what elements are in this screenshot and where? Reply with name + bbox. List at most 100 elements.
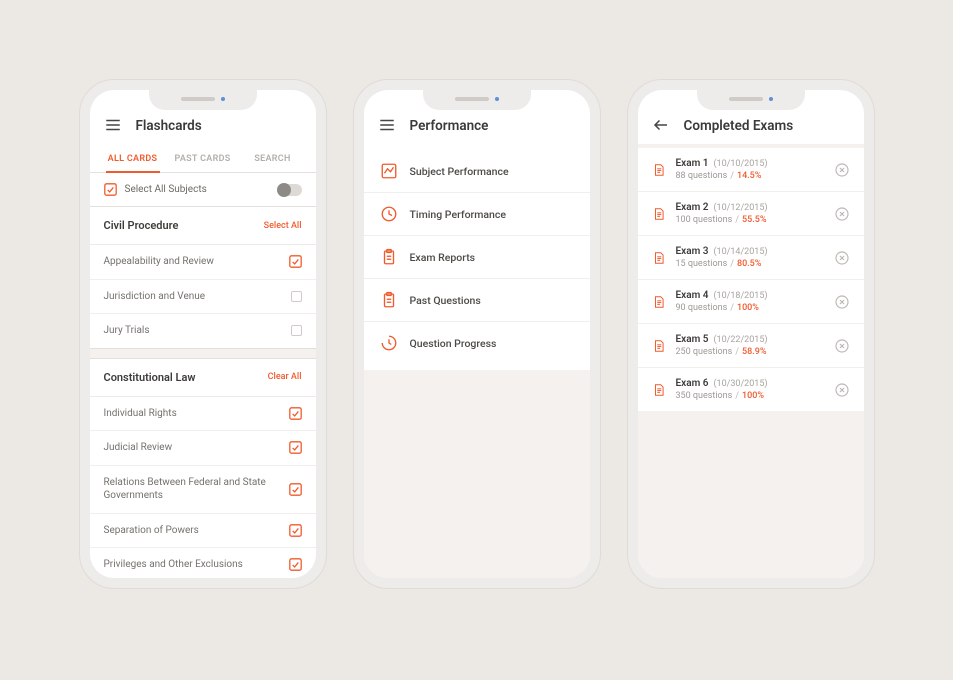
topic-row[interactable]: Appealability and Review: [90, 245, 316, 280]
exam-pct: 55.5%: [742, 215, 766, 225]
topic-label: Relations Between Federal and State Gove…: [104, 476, 289, 503]
topic-row[interactable]: Relations Between Federal and State Gove…: [90, 466, 316, 514]
performance-list: Subject Performance Timing Performance E…: [364, 144, 590, 370]
toggle-select-all[interactable]: [278, 184, 302, 196]
topic-row[interactable]: Separation of Powers: [90, 514, 316, 549]
exam-pct: 58.9%: [742, 347, 766, 357]
exam-main: Exam 5 (10/22/2015) 250 questions/58.9%: [676, 334, 824, 357]
delete-icon[interactable]: [834, 162, 850, 178]
section-title: Constitutional Law: [104, 371, 196, 384]
exam-row[interactable]: Exam 5 (10/22/2015) 250 questions/58.9%: [638, 324, 864, 368]
tab-past-cards[interactable]: PAST CARDS: [168, 144, 238, 172]
exam-main: Exam 2 (10/12/2015) 100 questions/55.5%: [676, 202, 824, 225]
topic-label: Privileges and Other Exclusions: [104, 558, 251, 572]
document-icon: [652, 294, 666, 310]
exam-main: Exam 6 (10/30/2015) 350 questions/100%: [676, 378, 824, 401]
exam-main: Exam 1 (10/10/2015) 88 questions/14.5%: [676, 158, 824, 181]
phone-notch: [423, 88, 531, 110]
select-all-label: Select All Subjects: [125, 184, 207, 195]
menu-icon[interactable]: [104, 116, 122, 134]
checkbox-checked-icon[interactable]: [289, 524, 302, 537]
exam-date: (10/22/2015): [713, 335, 767, 345]
exam-pct: 100%: [742, 391, 764, 401]
document-icon: [652, 338, 666, 354]
delete-icon[interactable]: [834, 294, 850, 310]
topic-label: Jury Trials: [104, 324, 158, 338]
tab-all-cards[interactable]: ALL CARDS: [98, 144, 168, 172]
exam-row[interactable]: Exam 2 (10/12/2015) 100 questions/55.5%: [638, 192, 864, 236]
tab-search[interactable]: SEARCH: [238, 144, 308, 172]
performance-item[interactable]: Subject Performance: [364, 150, 590, 193]
subject-section: Constitutional Law Clear All Individual …: [90, 358, 316, 579]
section-action[interactable]: Clear All: [268, 372, 302, 382]
exam-row[interactable]: Exam 4 (10/18/2015) 90 questions/100%: [638, 280, 864, 324]
topic-row[interactable]: Judicial Review: [90, 431, 316, 466]
back-icon[interactable]: [652, 116, 670, 134]
exam-pct: 80.5%: [737, 259, 761, 269]
checkbox-checked-icon[interactable]: [289, 255, 302, 268]
flashcards-body: Select All Subjects Civil Procedure Sele…: [90, 173, 316, 578]
progress-icon: [380, 334, 398, 352]
topic-label: Separation of Powers: [104, 524, 207, 538]
topic-row[interactable]: Jury Trials: [90, 314, 316, 348]
exam-date: (10/30/2015): [713, 379, 767, 389]
checkbox-icon[interactable]: [104, 183, 117, 196]
exam-sub: 350 questions/100%: [676, 391, 824, 401]
checkbox-empty-icon[interactable]: [291, 325, 302, 336]
exam-title: Exam 5 (10/22/2015): [676, 334, 824, 345]
checkbox-checked-icon[interactable]: [289, 441, 302, 454]
exam-row[interactable]: Exam 6 (10/30/2015) 350 questions/100%: [638, 368, 864, 411]
screen-performance: Performance Subject Performance Timing P…: [364, 90, 590, 578]
topic-row[interactable]: Individual Rights: [90, 397, 316, 432]
topic-label: Jurisdiction and Venue: [104, 290, 214, 304]
performance-item[interactable]: Exam Reports: [364, 236, 590, 279]
delete-icon[interactable]: [834, 206, 850, 222]
topic-row[interactable]: Jurisdiction and Venue: [90, 280, 316, 315]
checkbox-checked-icon[interactable]: [289, 483, 302, 496]
exam-sub: 88 questions/14.5%: [676, 171, 824, 181]
delete-icon[interactable]: [834, 250, 850, 266]
section-action[interactable]: Select All: [264, 221, 302, 231]
exam-title: Exam 1 (10/10/2015): [676, 158, 824, 169]
clock-icon: [380, 205, 398, 223]
topic-label: Judicial Review: [104, 441, 181, 455]
phone-exams: Completed Exams Exam 1 (10/10/2015) 88 q…: [628, 80, 874, 588]
exam-date: (10/12/2015): [713, 203, 767, 213]
screen-exams: Completed Exams Exam 1 (10/10/2015) 88 q…: [638, 90, 864, 578]
tabs: ALL CARDS PAST CARDS SEARCH: [90, 144, 316, 173]
page-title: Performance: [410, 118, 489, 134]
clipboard-icon: [380, 248, 398, 266]
exam-date: (10/18/2015): [713, 291, 767, 301]
checkbox-checked-icon[interactable]: [289, 407, 302, 420]
exam-sub: 100 questions/55.5%: [676, 215, 824, 225]
exam-body: Exam 1 (10/10/2015) 88 questions/14.5% E…: [638, 144, 864, 578]
performance-label: Question Progress: [410, 337, 497, 350]
exam-date: (10/10/2015): [713, 159, 767, 169]
performance-label: Exam Reports: [410, 251, 476, 264]
performance-label: Past Questions: [410, 294, 481, 307]
exam-title: Exam 3 (10/14/2015): [676, 246, 824, 257]
section-title: Civil Procedure: [104, 219, 179, 232]
exam-title: Exam 4 (10/18/2015): [676, 290, 824, 301]
phone-notch: [149, 88, 257, 110]
checkbox-empty-icon[interactable]: [291, 291, 302, 302]
topic-row[interactable]: Privileges and Other Exclusions: [90, 548, 316, 578]
delete-icon[interactable]: [834, 382, 850, 398]
performance-item[interactable]: Timing Performance: [364, 193, 590, 236]
exam-pct: 100%: [737, 303, 759, 313]
delete-icon[interactable]: [834, 338, 850, 354]
exam-main: Exam 4 (10/18/2015) 90 questions/100%: [676, 290, 824, 313]
document-icon: [652, 162, 666, 178]
menu-icon[interactable]: [378, 116, 396, 134]
performance-item[interactable]: Question Progress: [364, 322, 590, 364]
exam-pct: 14.5%: [737, 171, 761, 181]
performance-item[interactable]: Past Questions: [364, 279, 590, 322]
page-title: Completed Exams: [684, 118, 794, 134]
section-header: Constitutional Law Clear All: [90, 359, 316, 397]
phone-flashcards: Flashcards ALL CARDS PAST CARDS SEARCH S…: [80, 80, 326, 588]
screen-flashcards: Flashcards ALL CARDS PAST CARDS SEARCH S…: [90, 90, 316, 578]
exam-row[interactable]: Exam 1 (10/10/2015) 88 questions/14.5%: [638, 148, 864, 192]
exam-row[interactable]: Exam 3 (10/14/2015) 15 questions/80.5%: [638, 236, 864, 280]
checkbox-checked-icon[interactable]: [289, 558, 302, 571]
subject-section: Civil Procedure Select All Appealability…: [90, 206, 316, 348]
